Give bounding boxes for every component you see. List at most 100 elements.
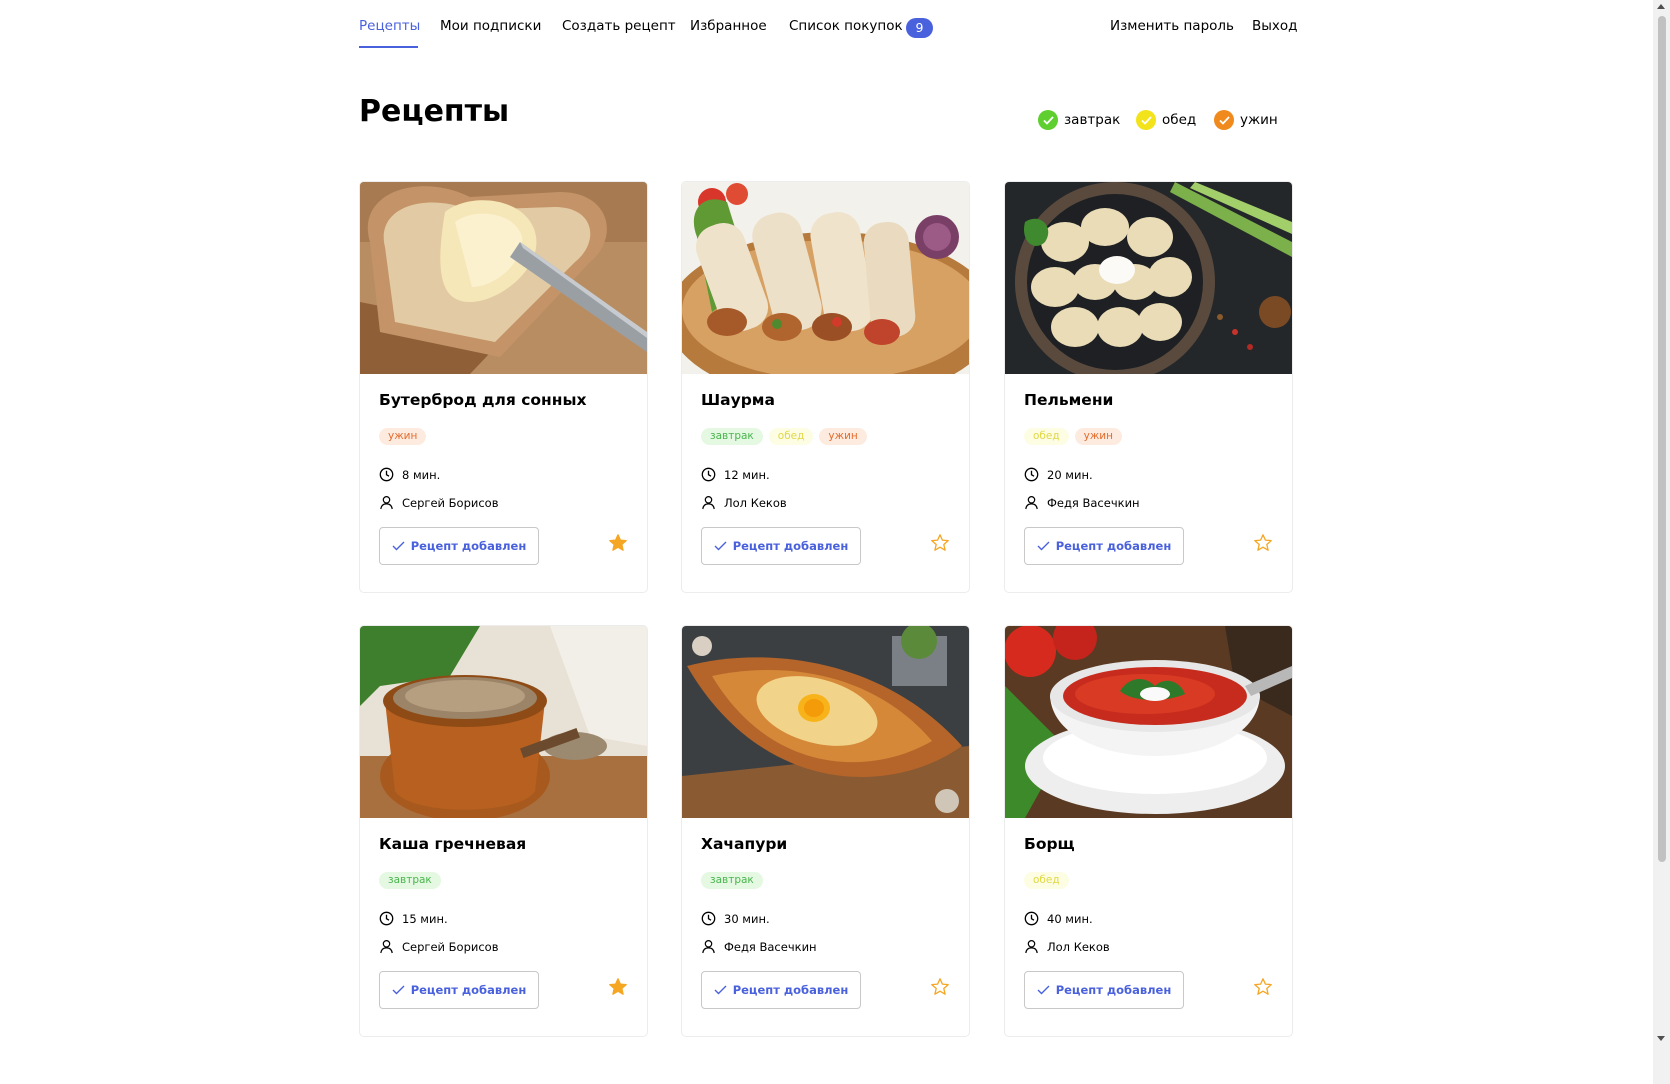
star-icon[interactable] bbox=[1253, 977, 1273, 997]
recipe-image[interactable] bbox=[360, 626, 647, 818]
shopping-list-count-badge: 9 bbox=[906, 18, 933, 38]
recipe-image[interactable] bbox=[360, 182, 647, 374]
check-icon bbox=[1037, 985, 1050, 995]
recipe-time-text: 30 мин. bbox=[724, 911, 770, 926]
recipe-tags: ужин bbox=[379, 428, 427, 445]
recipe-time-text: 20 мин. bbox=[1047, 467, 1093, 482]
recipe-tags: завтрак bbox=[379, 872, 441, 889]
check-icon bbox=[1038, 110, 1058, 130]
user-icon bbox=[702, 940, 715, 954]
recipe-tags: завтрак bbox=[701, 872, 763, 889]
filter-label: ужин bbox=[1240, 112, 1278, 128]
check-icon bbox=[392, 985, 405, 995]
star-icon[interactable] bbox=[608, 977, 628, 997]
filter-breakfast[interactable]: завтрак bbox=[1038, 110, 1120, 130]
recipe-time: 20 мин. bbox=[1024, 467, 1093, 482]
recipe-added-label: Рецепт добавлен bbox=[410, 539, 527, 553]
recipe-author-name[interactable]: Федя Васечкин bbox=[724, 940, 817, 954]
recipe-author: Сергей Борисов bbox=[379, 495, 499, 510]
check-icon bbox=[714, 541, 727, 551]
recipe-image[interactable] bbox=[1005, 626, 1292, 818]
recipe-added-button[interactable]: Рецепт добавлен bbox=[1024, 971, 1184, 1009]
recipe-tags: завтрак обед ужин bbox=[701, 428, 867, 445]
recipe-added-button[interactable]: Рецепт добавлен bbox=[379, 527, 539, 565]
scroll-thumb[interactable] bbox=[1658, 16, 1666, 862]
recipe-author-name[interactable]: Сергей Борисов bbox=[402, 496, 499, 510]
star-icon[interactable] bbox=[930, 533, 950, 553]
check-icon bbox=[1214, 110, 1234, 130]
nav-shopping-list[interactable]: Список покупок bbox=[789, 18, 903, 34]
filter-label: завтрак bbox=[1064, 112, 1121, 128]
recipe-added-button[interactable]: Рецепт добавлен bbox=[1024, 527, 1184, 565]
recipe-image[interactable] bbox=[1005, 182, 1292, 374]
recipe-card: Хачапури завтрак 30 мин. Федя Васечкин Р… bbox=[681, 625, 970, 1037]
tag-breakfast: завтрак bbox=[701, 428, 763, 445]
star-icon[interactable] bbox=[608, 533, 628, 553]
nav-change-password[interactable]: Изменить пароль bbox=[1110, 18, 1234, 34]
nav-logout[interactable]: Выход bbox=[1252, 18, 1298, 34]
recipe-added-button[interactable]: Рецепт добавлен bbox=[379, 971, 539, 1009]
recipe-time-text: 15 мин. bbox=[402, 911, 448, 926]
nav-recipes[interactable]: Рецепты bbox=[359, 18, 420, 34]
recipe-title[interactable]: Шаурма bbox=[701, 391, 775, 409]
page-title: Рецепты bbox=[359, 94, 510, 129]
recipe-author-name[interactable]: Лол Кеков bbox=[724, 496, 787, 510]
nav-create-recipe[interactable]: Создать рецепт bbox=[562, 18, 676, 34]
recipe-title[interactable]: Каша гречневая bbox=[379, 835, 526, 853]
clock-icon bbox=[379, 911, 394, 926]
recipe-author-name[interactable]: Лол Кеков bbox=[1047, 940, 1110, 954]
tag-dinner: ужин bbox=[379, 428, 427, 445]
recipe-image[interactable] bbox=[682, 182, 969, 374]
scroll-up-arrow-icon[interactable] bbox=[1657, 4, 1665, 9]
recipe-tags: обед ужин bbox=[1024, 428, 1122, 445]
recipe-author: Федя Васечкин bbox=[701, 939, 817, 954]
tag-breakfast: завтрак bbox=[379, 872, 441, 889]
recipe-time: 30 мин. bbox=[701, 911, 770, 926]
scroll-down-arrow-icon[interactable] bbox=[1657, 1036, 1665, 1041]
tag-lunch: обед bbox=[1024, 428, 1069, 445]
recipe-image[interactable] bbox=[682, 626, 969, 818]
recipe-added-label: Рецепт добавлен bbox=[1055, 983, 1172, 997]
clock-icon bbox=[379, 467, 394, 482]
recipe-author-name[interactable]: Федя Васечкин bbox=[1047, 496, 1140, 510]
user-icon bbox=[1025, 496, 1038, 510]
star-icon[interactable] bbox=[1253, 533, 1273, 553]
recipe-added-label: Рецепт добавлен bbox=[410, 983, 527, 997]
recipe-author: Сергей Борисов bbox=[379, 939, 499, 954]
recipe-time-text: 40 мин. bbox=[1047, 911, 1093, 926]
recipe-time: 8 мин. bbox=[379, 467, 440, 482]
recipe-tags: обед bbox=[1024, 872, 1069, 889]
recipe-title[interactable]: Хачапури bbox=[701, 835, 787, 853]
check-icon bbox=[1037, 541, 1050, 551]
recipe-time-text: 8 мин. bbox=[402, 467, 441, 482]
recipe-title[interactable]: Бутерброд для сонных bbox=[379, 391, 586, 409]
tag-lunch: обед bbox=[768, 428, 814, 445]
check-icon bbox=[392, 541, 405, 551]
user-icon bbox=[1025, 940, 1038, 954]
filter-lunch[interactable]: обед bbox=[1136, 110, 1196, 130]
scrollbar[interactable] bbox=[1653, 0, 1670, 1084]
recipe-added-button[interactable]: Рецепт добавлен bbox=[701, 971, 861, 1009]
recipe-card: Пельмени обед ужин 20 мин. Федя Васечкин … bbox=[1004, 181, 1293, 593]
recipe-added-label: Рецепт добавлен bbox=[732, 983, 849, 997]
star-icon[interactable] bbox=[930, 977, 950, 997]
filter-label: обед bbox=[1162, 112, 1197, 128]
clock-icon bbox=[1024, 467, 1039, 482]
recipe-title[interactable]: Пельмени bbox=[1024, 391, 1113, 409]
active-nav-underline bbox=[359, 46, 418, 48]
recipe-title[interactable]: Борщ bbox=[1024, 835, 1075, 853]
recipe-author: Федя Васечкин bbox=[1024, 495, 1140, 510]
nav-favorites[interactable]: Избранное bbox=[690, 18, 767, 34]
check-icon bbox=[714, 985, 727, 995]
recipe-author-name[interactable]: Сергей Борисов bbox=[402, 940, 499, 954]
recipe-author: Лол Кеков bbox=[701, 495, 787, 510]
tag-breakfast: завтрак bbox=[701, 872, 763, 889]
recipe-card: Бутерброд для сонных ужин 8 мин. Сергей … bbox=[359, 181, 648, 593]
tag-dinner: ужин bbox=[819, 428, 867, 445]
nav-subscriptions[interactable]: Мои подписки bbox=[440, 18, 541, 34]
filter-dinner[interactable]: ужин bbox=[1214, 110, 1278, 130]
clock-icon bbox=[701, 467, 716, 482]
clock-icon bbox=[701, 911, 716, 926]
recipe-time: 15 мин. bbox=[379, 911, 448, 926]
recipe-added-button[interactable]: Рецепт добавлен bbox=[701, 527, 861, 565]
